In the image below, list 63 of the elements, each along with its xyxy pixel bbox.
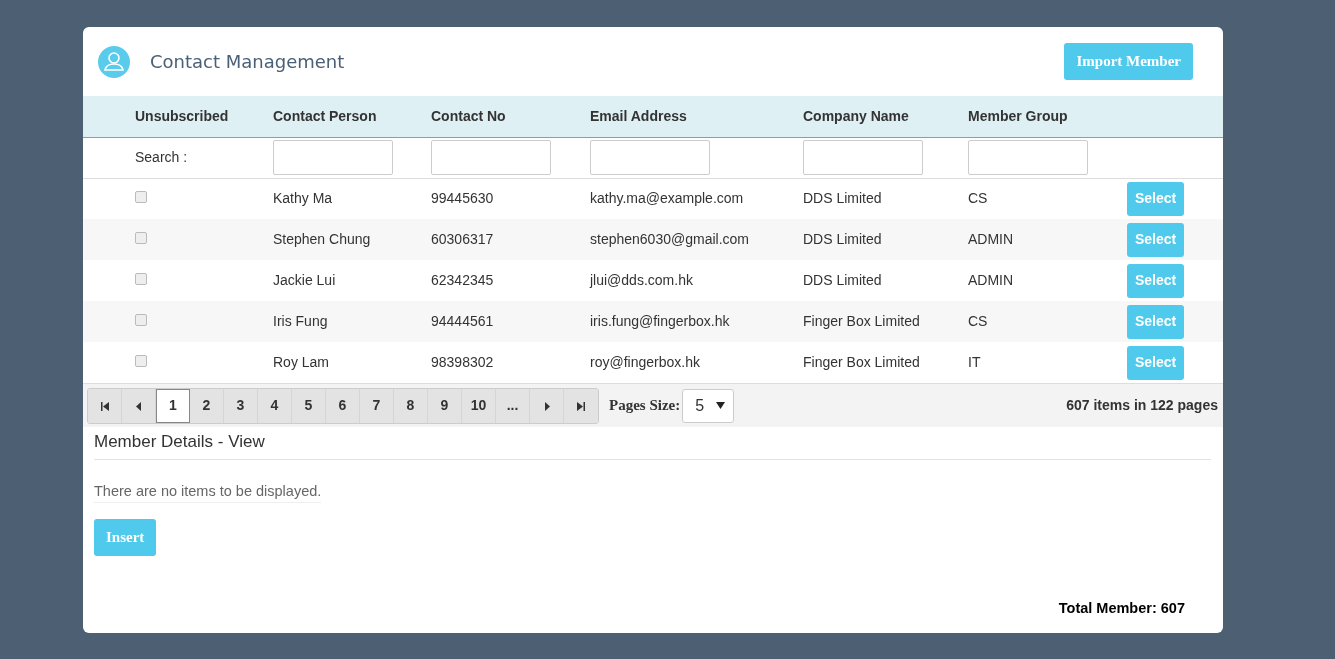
search-field[interactable] (968, 140, 1088, 175)
table-cell: Jackie Lui (273, 272, 336, 288)
search-field[interactable] (273, 140, 393, 175)
table-cell: 94444561 (431, 313, 494, 329)
empty-message: There are no items to be displayed. (94, 480, 322, 504)
page-size-label: Pages Size: (609, 396, 681, 416)
page-button[interactable]: 7 (360, 388, 394, 423)
contacts-icon (98, 45, 130, 78)
table-cell: stephen6030@gmail.com (590, 231, 749, 247)
first-page-icon (100, 401, 109, 411)
page-button[interactable]: ... (496, 388, 530, 423)
next-page-icon (542, 401, 551, 411)
table-cell: roy@fingerbox.hk (590, 354, 700, 370)
first-page-button[interactable] (88, 388, 122, 423)
column-header: Email Address (590, 107, 687, 124)
page-size-select[interactable]: 5 (682, 388, 735, 423)
last-page-button[interactable] (564, 388, 598, 423)
table-cell: IT (968, 354, 981, 370)
last-page-icon (577, 401, 585, 411)
page-button[interactable]: 4 (258, 388, 292, 423)
total-member: Total Member: 607 (1058, 599, 1185, 616)
table-cell: Finger Box Limited (803, 313, 920, 329)
table-cell: Kathy Ma (273, 190, 333, 207)
search-label: Search : (135, 149, 188, 165)
column-header: Unsubscribed (135, 107, 229, 124)
table-cell: 98398302 (431, 354, 494, 370)
page-button[interactable]: 6 (326, 388, 360, 423)
table-cell: Iris Fung (273, 313, 328, 329)
dropdown-caret-icon (716, 402, 726, 409)
page-button[interactable]: 9 (428, 388, 462, 423)
table-cell: CS (968, 190, 988, 207)
table-cell: CS (968, 313, 988, 329)
pagination-summary: 607 items in 122 pages (1066, 396, 1218, 415)
search-field[interactable] (590, 140, 710, 175)
table-cell: kathy.ma@example.com (590, 190, 744, 207)
column-header: Contact Person (273, 107, 377, 124)
table-cell: Finger Box Limited (803, 354, 920, 370)
table-cell: Roy Lam (273, 354, 330, 370)
page-button[interactable]: 1 (156, 388, 190, 423)
table-cell: 99445630 (431, 190, 494, 207)
table-cell: ADMIN (968, 272, 1014, 288)
page-button[interactable]: 5 (292, 388, 326, 423)
table-cell: Stephen Chung (273, 231, 371, 247)
page-button[interactable]: 8 (394, 388, 428, 423)
page-title: Contact Management (150, 50, 345, 74)
table-cell: DDS Limited (803, 190, 882, 207)
page-button[interactable]: 10 (462, 388, 496, 423)
page-button[interactable]: 3 (224, 388, 258, 423)
table-cell: ADMIN (968, 231, 1014, 247)
column-header: Contact No (431, 107, 506, 124)
search-field[interactable] (803, 140, 923, 175)
page-button[interactable]: 2 (190, 388, 224, 423)
column-header: Company Name (803, 107, 909, 124)
table-cell: iris.fung@fingerbox.hk (590, 313, 730, 329)
search-field[interactable] (431, 140, 551, 175)
table-cell: DDS Limited (803, 231, 882, 247)
table-cell: DDS Limited (803, 272, 882, 288)
column-header: Member Group (968, 107, 1068, 124)
table-cell: 60306317 (431, 231, 494, 247)
table-cell: jlui@dds.com.hk (590, 272, 693, 288)
previous-page-icon (134, 401, 143, 411)
section-title: Member Details - View (94, 427, 1211, 460)
table-cell: 62342345 (431, 272, 494, 288)
